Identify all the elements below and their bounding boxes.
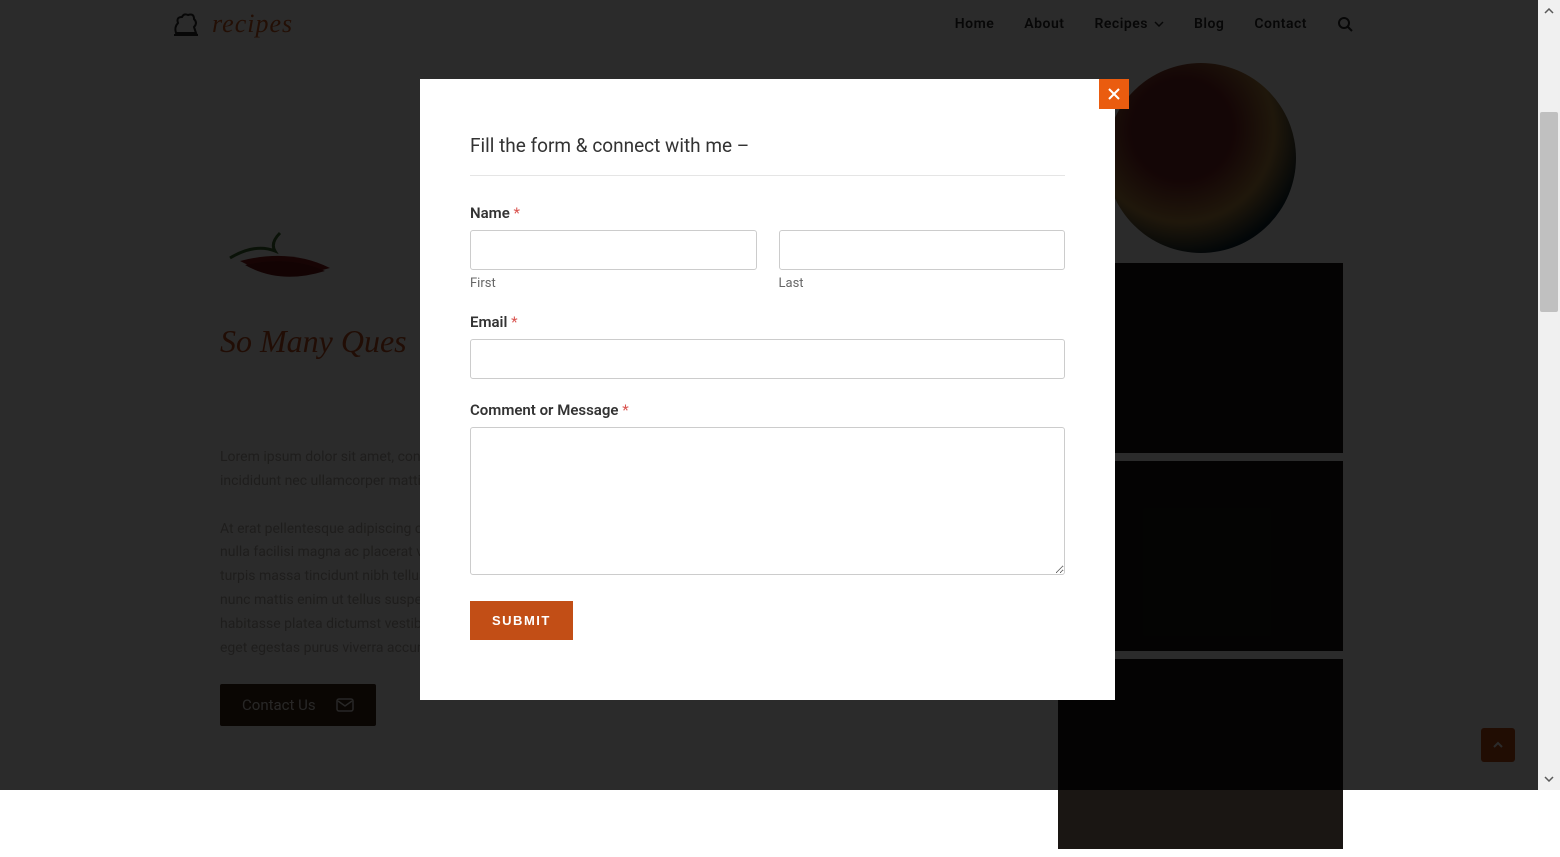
first-name-input[interactable]: [470, 230, 757, 270]
scrollbar-thumb[interactable]: [1540, 112, 1558, 312]
comment-field-group: Comment or Message *: [470, 401, 1065, 579]
email-field-group: Email *: [470, 313, 1065, 379]
comment-label: Comment or Message *: [470, 401, 1065, 419]
scrollbar-track[interactable]: [1538, 22, 1560, 768]
contact-modal: Fill the form & connect with me – Name *…: [420, 79, 1115, 700]
required-marker: *: [622, 401, 628, 419]
last-name-input[interactable]: [779, 230, 1066, 270]
email-label: Email *: [470, 313, 1065, 331]
caret-up-icon: [1544, 8, 1554, 14]
last-sublabel: Last: [779, 276, 1066, 291]
scrollbar-down-arrow[interactable]: [1538, 768, 1560, 790]
close-icon: [1107, 87, 1121, 101]
vertical-scrollbar[interactable]: [1538, 0, 1560, 790]
caret-down-icon: [1544, 776, 1554, 782]
required-marker: *: [511, 313, 517, 331]
scrollbar-up-arrow[interactable]: [1538, 0, 1560, 22]
comment-textarea[interactable]: [470, 427, 1065, 575]
close-button[interactable]: [1099, 79, 1129, 109]
required-marker: *: [514, 204, 520, 222]
name-field-group: Name * First Last: [470, 204, 1065, 291]
email-input[interactable]: [470, 339, 1065, 379]
submit-button[interactable]: SUBMIT: [470, 601, 573, 640]
name-label: Name *: [470, 204, 1065, 222]
modal-title: Fill the form & connect with me –: [470, 134, 1065, 176]
first-sublabel: First: [470, 276, 757, 291]
